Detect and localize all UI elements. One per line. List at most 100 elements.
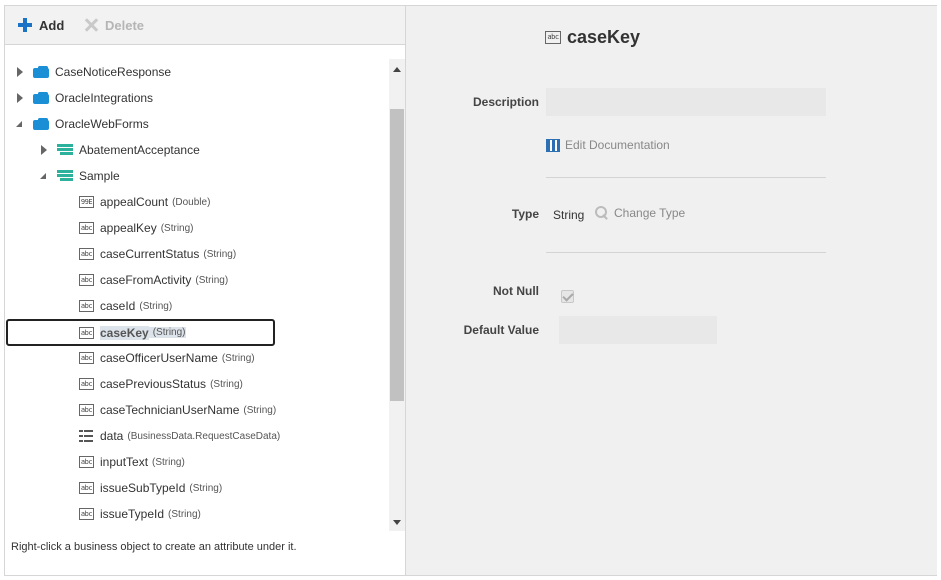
collapse-arrow-icon[interactable] <box>39 171 49 181</box>
tree-item-abatementacceptance[interactable]: AbatementAcceptance <box>39 137 200 163</box>
collapse-arrow-icon[interactable] <box>15 119 25 129</box>
attribute-type: (String) <box>189 482 223 494</box>
plus-icon <box>17 17 33 33</box>
search-icon <box>595 206 609 220</box>
attribute-row[interactable]: abc issueTypeId (String) <box>79 501 201 527</box>
string-type-icon: abc <box>79 352 94 364</box>
business-object-icon <box>33 92 49 104</box>
type-label: Type <box>511 207 539 221</box>
tree-item-casenoticeresponse[interactable]: CaseNoticeResponse <box>15 59 171 85</box>
tree-item-label: AbatementAcceptance <box>79 143 200 157</box>
scrollbar-thumb[interactable] <box>390 109 404 401</box>
data-object-icon <box>57 170 73 182</box>
attribute-name: inputText <box>100 455 149 469</box>
attribute-name: casePreviousStatus <box>100 377 207 391</box>
attribute-type: (String) <box>203 248 237 260</box>
tree-item-sample[interactable]: Sample <box>39 163 120 189</box>
documentation-icon <box>546 138 560 152</box>
add-button-label: Add <box>39 17 65 33</box>
attribute-name: caseId <box>100 299 136 313</box>
string-type-icon: abc <box>79 248 94 260</box>
attribute-name: data <box>100 429 124 443</box>
attribute-row[interactable]: abc caseCurrentStatus (String) <box>79 241 236 267</box>
tree-item-label: OracleIntegrations <box>55 91 154 105</box>
business-object-editor: Add Delete CaseNoticeResponse OracleInte… <box>4 5 937 576</box>
tree-item-label: CaseNoticeResponse <box>55 65 172 79</box>
attribute-type: (String) <box>148 327 186 338</box>
business-object-icon <box>33 66 49 78</box>
attribute-type: (BusinessData.RequestCaseData) <box>127 430 281 442</box>
attribute-type: (String) <box>195 274 229 286</box>
expand-arrow-icon[interactable] <box>15 67 25 77</box>
attribute-type: (String) <box>152 456 185 468</box>
attribute-type: (String) <box>160 222 194 234</box>
change-type-label: Change Type <box>614 206 686 220</box>
description-field[interactable] <box>546 88 826 116</box>
attribute-name: caseFromActivity <box>100 273 192 287</box>
attribute-row[interactable]: abc caseOfficerUserName (String) <box>79 345 255 371</box>
description-label: Description <box>472 95 539 109</box>
attribute-name: caseOfficerUserName <box>100 351 218 365</box>
string-type-icon: abc <box>79 482 94 494</box>
scroll-up-arrow-icon[interactable] <box>393 67 401 72</box>
default-value-label: Default Value <box>463 323 539 337</box>
expand-arrow-icon[interactable] <box>15 93 25 103</box>
attribute-row[interactable]: abc casePreviousStatus (String) <box>79 371 243 397</box>
attribute-row[interactable]: abc caseTechnicianUserName (String) <box>79 397 276 423</box>
delete-button-label: Delete <box>105 17 145 33</box>
add-button[interactable]: Add <box>17 17 64 33</box>
attribute-row[interactable]: abc caseFromActivity (String) <box>79 267 228 293</box>
string-type-icon: abc <box>79 456 94 468</box>
toolbar: Add Delete <box>5 6 405 45</box>
edit-documentation-link[interactable]: Edit Documentation <box>546 138 670 152</box>
attribute-type: (String) <box>139 300 173 312</box>
list-type-icon <box>79 430 93 442</box>
divider <box>546 252 826 253</box>
edit-documentation-label: Edit Documentation <box>565 138 670 152</box>
attribute-row[interactable]: abc inputText (String) <box>79 449 185 475</box>
attribute-row[interactable]: 99E appealCount (Double) <box>79 189 210 215</box>
tree-item-oracleintegrations[interactable]: OracleIntegrations <box>15 85 153 111</box>
attribute-name: caseKey <box>100 325 149 340</box>
attribute-row-selected[interactable]: abc caseKey (String) <box>6 319 275 346</box>
attribute-row[interactable]: abc issueSubTypeId (String) <box>79 475 222 501</box>
tree-item-label: Sample <box>79 169 120 183</box>
attribute-row[interactable]: abc caseId (String) <box>79 293 172 319</box>
change-type-link[interactable]: Change Type <box>595 206 685 220</box>
page-title: caseKey <box>567 27 641 47</box>
scroll-down-arrow-icon[interactable] <box>393 520 401 525</box>
attribute-type: (String) <box>168 508 201 520</box>
attribute-type: (Double) <box>172 196 211 208</box>
not-null-label: Not Null <box>493 284 539 298</box>
data-object-icon <box>57 144 73 156</box>
attribute-name: issueSubTypeId <box>100 481 186 495</box>
string-type-icon: abc <box>79 274 94 286</box>
not-null-checkbox[interactable] <box>561 290 574 303</box>
attribute-title: abc caseKey <box>545 27 640 48</box>
attribute-name: appealKey <box>100 221 157 235</box>
delete-button[interactable]: Delete <box>83 17 144 33</box>
string-type-icon: abc <box>79 404 94 416</box>
expand-arrow-icon[interactable] <box>39 145 49 155</box>
string-type-icon: abc <box>79 300 94 312</box>
attribute-row[interactable]: abc appealKey (String) <box>79 215 194 241</box>
hint-text: Right-click a business object to create … <box>11 541 297 553</box>
number-type-icon: 99E <box>79 196 94 208</box>
object-tree: CaseNoticeResponse OracleIntegrations Or… <box>5 59 389 531</box>
string-type-icon: abc <box>79 508 94 520</box>
business-object-icon <box>33 118 49 130</box>
attribute-row[interactable]: data (BusinessData.RequestCaseData) <box>79 423 280 449</box>
default-value-field[interactable] <box>559 316 717 344</box>
attribute-name: appealCount <box>100 195 169 209</box>
type-value: String <box>553 208 585 222</box>
attribute-type: (String) <box>210 378 243 390</box>
divider <box>546 177 826 178</box>
close-icon <box>83 17 99 33</box>
attribute-name: caseTechnicianUserName <box>100 403 240 417</box>
string-type-icon: abc <box>79 222 94 234</box>
string-type-icon: abc <box>79 326 94 339</box>
attribute-detail-panel: abc caseKey Description Edit Documentati… <box>406 6 937 575</box>
attribute-type: (String) <box>243 404 277 416</box>
tree-item-oraclewebforms[interactable]: OracleWebForms <box>15 111 149 137</box>
tree-item-label: OracleWebForms <box>55 117 149 131</box>
